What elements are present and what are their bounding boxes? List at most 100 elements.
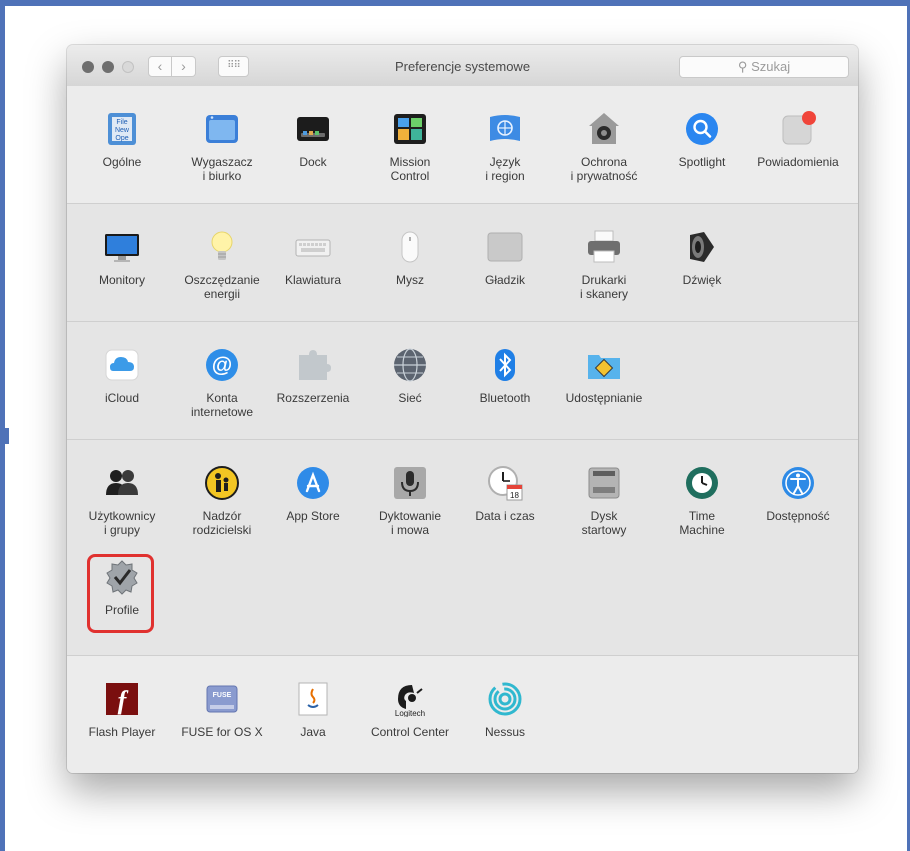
notifications-icon bbox=[780, 111, 816, 147]
pref-pane-sound[interactable]: Dźwięk bbox=[656, 229, 748, 287]
pref-pane-desktop-screensaver[interactable]: Wygaszacz i biurko bbox=[176, 111, 268, 183]
pref-pane-internet-accounts[interactable]: @ Konta internetowe bbox=[176, 347, 268, 419]
pref-pane-label: iCloud bbox=[104, 391, 140, 405]
svg-text:18: 18 bbox=[510, 491, 519, 500]
pref-pane-time-machine[interactable]: Time Machine bbox=[656, 465, 748, 537]
search-placeholder: Szukaj bbox=[751, 59, 791, 74]
pref-pane-label: Java bbox=[300, 725, 326, 739]
general-icon: File New Ope bbox=[104, 111, 140, 147]
pref-pane-label: Mission Control bbox=[389, 155, 431, 183]
pref-pane-mission-control[interactable]: Mission Control bbox=[364, 111, 456, 183]
displays-icon bbox=[104, 229, 140, 265]
extensions-icon bbox=[295, 347, 331, 383]
pref-pane-label: Bluetooth bbox=[479, 391, 531, 405]
search-field[interactable]: ⚲ Szukaj bbox=[679, 56, 849, 78]
pref-pane-logitech-control-center[interactable]: Logitech Control Center bbox=[364, 681, 456, 739]
svg-text:Ope: Ope bbox=[115, 135, 128, 142]
pref-pane-startup-disk[interactable]: Dysk startowy bbox=[558, 465, 650, 537]
profiles-highlight-box bbox=[87, 554, 154, 633]
pref-pane-general[interactable]: File New Ope Ogólne bbox=[76, 111, 168, 169]
pref-pane-label: Dźwięk bbox=[682, 273, 722, 287]
pref-pane-security-privacy[interactable]: Ochrona i prywatność bbox=[558, 111, 650, 183]
pref-pane-notifications[interactable]: Powiadomienia bbox=[752, 111, 844, 169]
svg-text:File: File bbox=[116, 119, 127, 126]
pref-pane-label: Powiadomienia bbox=[757, 155, 839, 169]
pref-pane-label: Wygaszacz i biurko bbox=[191, 155, 253, 183]
security-privacy-icon bbox=[586, 111, 622, 147]
pref-pane-label: Język i region bbox=[485, 155, 525, 183]
app-store-icon bbox=[295, 465, 331, 501]
pref-pane-app-store[interactable]: App Store bbox=[267, 465, 359, 523]
keyboard-icon bbox=[295, 229, 331, 265]
java-icon bbox=[295, 681, 331, 717]
pref-pane-label: App Store bbox=[286, 509, 340, 523]
pref-pane-label: Dock bbox=[299, 155, 327, 169]
svg-text:Logitech: Logitech bbox=[395, 709, 425, 717]
pref-pane-label: Udostępnianie bbox=[565, 391, 643, 405]
pref-pane-energy-saver[interactable]: Oszczędzanie energii bbox=[176, 229, 268, 301]
pref-pane-label: Nessus bbox=[484, 725, 525, 739]
pref-pane-label: Drukarki i skanery bbox=[579, 273, 629, 301]
pref-pane-language-region[interactable]: Język i region bbox=[459, 111, 551, 183]
search-icon: ⚲ bbox=[737, 59, 748, 74]
flash-player-icon: f bbox=[104, 681, 140, 717]
pref-pane-parental-controls[interactable]: Nadzór rodzicielski bbox=[176, 465, 268, 537]
language-region-icon bbox=[487, 111, 523, 147]
pref-pane-nessus[interactable]: Nessus bbox=[459, 681, 551, 739]
parental-controls-icon bbox=[204, 465, 240, 501]
pref-pane-label: Monitory bbox=[98, 273, 145, 287]
pref-pane-mouse[interactable]: Mysz bbox=[364, 229, 456, 287]
desktop-screensaver-icon bbox=[204, 111, 240, 147]
pref-pane-extensions[interactable]: Rozszerzenia bbox=[267, 347, 359, 405]
pref-pane-keyboard[interactable]: Klawiatura bbox=[267, 229, 359, 287]
mission-control-icon bbox=[392, 111, 428, 147]
pref-pane-label: Flash Player bbox=[88, 725, 156, 739]
pref-pane-java[interactable]: Java bbox=[267, 681, 359, 739]
pref-pane-network[interactable]: Sieć bbox=[364, 347, 456, 405]
sound-icon bbox=[684, 229, 720, 265]
svg-text:FUSE: FUSE bbox=[213, 692, 232, 699]
pref-pane-users-groups[interactable]: Użytkownicy i grupy bbox=[76, 465, 168, 537]
pref-pane-label: Oszczędzanie energii bbox=[184, 273, 260, 301]
pref-pane-bluetooth[interactable]: Bluetooth bbox=[459, 347, 551, 405]
pref-pane-label: Sieć bbox=[398, 391, 422, 405]
time-machine-icon bbox=[684, 465, 720, 501]
network-icon bbox=[392, 347, 428, 383]
accessibility-icon bbox=[780, 465, 816, 501]
pref-pane-label: FUSE for OS X bbox=[181, 725, 263, 739]
pref-pane-icloud[interactable]: iCloud bbox=[76, 347, 168, 405]
pref-pane-label: Rozszerzenia bbox=[276, 391, 350, 405]
title-bar: ‹ › ⠿⠿ Preferencje systemowe ⚲ Szukaj bbox=[67, 45, 858, 87]
pref-pane-label: Dyktowanie i mowa bbox=[378, 509, 442, 537]
pref-pane-flash-player[interactable]: f Flash Player bbox=[76, 681, 168, 739]
mouse-icon bbox=[392, 229, 428, 265]
date-time-icon: 18 bbox=[487, 465, 523, 501]
dock-icon bbox=[295, 111, 331, 147]
spotlight-icon bbox=[684, 111, 720, 147]
pref-pane-label: Użytkownicy i grupy bbox=[88, 509, 156, 537]
pref-pane-dictation-speech[interactable]: Dyktowanie i mowa bbox=[364, 465, 456, 537]
frame-marker bbox=[0, 428, 9, 444]
pref-pane-displays[interactable]: Monitory bbox=[76, 229, 168, 287]
pref-pane-date-time[interactable]: 18 Data i czas bbox=[459, 465, 551, 523]
pref-pane-label: Konta internetowe bbox=[190, 391, 254, 419]
startup-disk-icon bbox=[586, 465, 622, 501]
sharing-icon bbox=[586, 347, 622, 383]
pref-pane-sharing[interactable]: Udostępnianie bbox=[558, 347, 650, 405]
pref-pane-label: Ochrona i prywatność bbox=[570, 155, 638, 183]
dictation-speech-icon bbox=[392, 465, 428, 501]
pref-pane-spotlight[interactable]: Spotlight bbox=[656, 111, 748, 169]
svg-text:@: @ bbox=[212, 354, 232, 377]
system-preferences-window: ‹ › ⠿⠿ Preferencje systemowe ⚲ Szukaj Fi… bbox=[67, 45, 858, 773]
pref-pane-label: Control Center bbox=[370, 725, 450, 739]
pref-pane-trackpad[interactable]: Gładzik bbox=[459, 229, 551, 287]
pref-pane-fuse[interactable]: FUSE FUSE for OS X bbox=[176, 681, 268, 739]
icloud-icon bbox=[104, 347, 140, 383]
pref-pane-label: Time Machine bbox=[679, 509, 725, 537]
internet-accounts-icon: @ bbox=[204, 347, 240, 383]
pref-pane-accessibility[interactable]: Dostępność bbox=[752, 465, 844, 523]
pref-pane-printers-scanners[interactable]: Drukarki i skanery bbox=[558, 229, 650, 301]
energy-saver-icon bbox=[204, 229, 240, 265]
pref-pane-label: Data i czas bbox=[475, 509, 535, 523]
pref-pane-dock[interactable]: Dock bbox=[267, 111, 359, 169]
